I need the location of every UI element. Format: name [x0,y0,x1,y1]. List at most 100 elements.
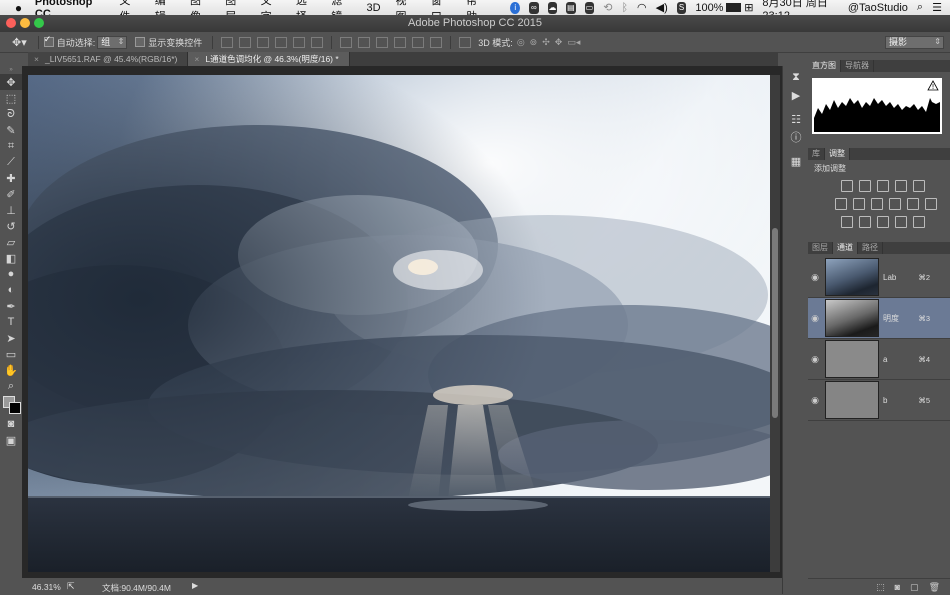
orbit-3d-icon[interactable]: ◎ [517,37,525,48]
align-right-icon[interactable] [311,36,324,48]
info-panel-icon[interactable]: ⓘ [783,128,809,146]
character-panel-icon[interactable]: ▦ [783,152,809,170]
minimize-window-button[interactable] [20,18,30,28]
levels-icon[interactable] [859,180,871,192]
exposure-icon[interactable] [895,180,907,192]
tab-paths[interactable]: 路径 [858,242,883,254]
selective-color-icon[interactable] [913,216,925,228]
history-brush-tool-icon[interactable]: ↺ [0,218,22,234]
actions-panel-icon[interactable]: ▶ [783,86,809,104]
time-machine-icon[interactable]: ⟲ [603,1,612,14]
eye-icon[interactable]: ◉ [808,313,822,324]
load-selection-icon[interactable]: ⬚ [876,582,885,593]
export-icon[interactable]: ⇱ [67,581,75,592]
hand-tool-icon[interactable]: ✋ [0,362,22,378]
distribute-right-icon[interactable] [430,36,443,48]
message-icon[interactable]: ▤ [566,1,576,14]
distribute-hcenter-icon[interactable] [412,36,425,48]
pen-tool-icon[interactable]: ✒ [0,298,22,314]
threshold-icon[interactable] [877,216,889,228]
close-window-button[interactable] [6,18,16,28]
eye-icon[interactable]: ◉ [808,272,822,283]
stamp-tool-icon[interactable]: ⊥ [0,202,22,218]
auto-align-icon[interactable] [459,36,472,48]
channel-row-lab[interactable]: ◉ Lab ⌘2 [808,257,950,298]
lasso-tool-icon[interactable]: ᘐ [0,106,22,122]
s-app-icon[interactable]: S [676,1,687,14]
screen-mode-icon[interactable]: ▣ [0,432,22,448]
quick-select-tool-icon[interactable]: ✎ [0,122,22,138]
vibrance-icon[interactable] [913,180,925,192]
channel-row-lightness[interactable]: ◉ 明度 ⌘3 [808,298,950,339]
drag-3d-icon[interactable]: ✣ [542,37,550,48]
volume-icon[interactable]: ◀) [656,1,668,14]
spotlight-icon[interactable]: ⌕ [917,1,923,14]
roll-3d-icon[interactable]: ⊚ [530,37,538,48]
blur-tool-icon[interactable]: ● [0,266,22,282]
invert-icon[interactable] [841,216,853,228]
distribute-left-icon[interactable] [394,36,407,48]
save-selection-icon[interactable]: ◙ [895,582,900,592]
quick-mask-icon[interactable]: ◙ [0,416,22,432]
distribute-vcenter-icon[interactable] [358,36,371,48]
menu-3d[interactable]: 3D [366,2,380,14]
zoom-level[interactable]: 46.31% [32,582,61,592]
background-color-swatch[interactable] [9,402,21,414]
slide-3d-icon[interactable]: ✥ [555,37,563,48]
zoom-tool-icon[interactable]: ⌕ [0,378,22,394]
input-method-icon[interactable]: ⊞ [744,1,753,14]
tab-document-1[interactable]: × _LIV5651.RAF @ 45.4%(RGB/16*) [28,52,189,66]
channel-mixer-icon[interactable] [907,198,919,210]
photo-filter-icon[interactable] [889,198,901,210]
curves-icon[interactable] [877,180,889,192]
path-select-tool-icon[interactable]: ➤ [0,330,22,346]
history-panel-icon[interactable]: ⧗ [783,68,809,86]
marquee-tool-icon[interactable]: ⬚ [0,90,22,106]
color-lookup-icon[interactable] [925,198,937,210]
status-menu-arrow-icon[interactable]: ▶ [192,581,198,590]
healing-brush-tool-icon[interactable]: ✚ [0,170,22,186]
align-hcenter-icon[interactable] [293,36,306,48]
auto-select-dropdown[interactable]: 组 [97,35,128,49]
eraser-tool-icon[interactable]: ▱ [0,234,22,250]
color-swatches[interactable] [0,394,22,416]
document-image[interactable] [28,75,770,572]
screen-icon[interactable]: ▭ [584,1,595,14]
battery-icon[interactable] [726,3,742,12]
brightness-icon[interactable] [841,180,853,192]
gradient-map-icon[interactable] [895,216,907,228]
workspace-dropdown[interactable]: 摄影 [885,35,944,49]
tab-layers[interactable]: 图层 [808,242,833,254]
zoom-window-button[interactable] [34,18,44,28]
new-channel-icon[interactable]: ▢ [910,582,919,593]
vertical-scroll-thumb[interactable] [772,228,778,418]
eye-icon[interactable]: ◉ [808,354,822,365]
delete-channel-icon[interactable]: 🗑 [929,582,940,593]
wifi-icon[interactable]: ◠ [637,1,647,14]
battery-label[interactable]: 100% [695,2,723,14]
distribute-bottom-icon[interactable] [376,36,389,48]
tab-adjustments[interactable]: 调整 [825,148,850,160]
align-top-icon[interactable] [221,36,234,48]
distribute-top-icon[interactable] [340,36,353,48]
notification-icon[interactable]: ☰ [932,1,942,14]
type-tool-icon[interactable]: T [0,314,22,330]
posterize-icon[interactable] [859,216,871,228]
move-tool-preset-icon[interactable]: ✥▾ [12,36,27,49]
tab-document-2[interactable]: × L通道色调均化 @ 46.3%(明度/16) * [188,52,350,66]
video-3d-icon[interactable]: ▭◂ [567,37,580,48]
auto-select-checkbox[interactable] [43,34,54,47]
properties-panel-icon[interactable]: ☷ [783,110,809,128]
info-icon[interactable]: i [510,1,521,14]
tab-navigator[interactable]: 导航器 [841,60,874,72]
gradient-tool-icon[interactable]: ◧ [0,250,22,266]
apple-icon[interactable]: ● [12,1,25,15]
hue-saturation-icon[interactable] [835,198,847,210]
close-tab-icon[interactable]: × [194,54,199,64]
bluetooth-icon[interactable]: ᛒ [621,2,628,14]
toolbar-collapse-icon[interactable]: » [0,66,22,74]
move-tool-icon[interactable]: ✥ [0,74,22,90]
show-transform-checkbox[interactable] [135,37,146,47]
align-vcenter-icon[interactable] [239,36,252,48]
eyedropper-tool-icon[interactable]: ⟋ [0,154,22,170]
